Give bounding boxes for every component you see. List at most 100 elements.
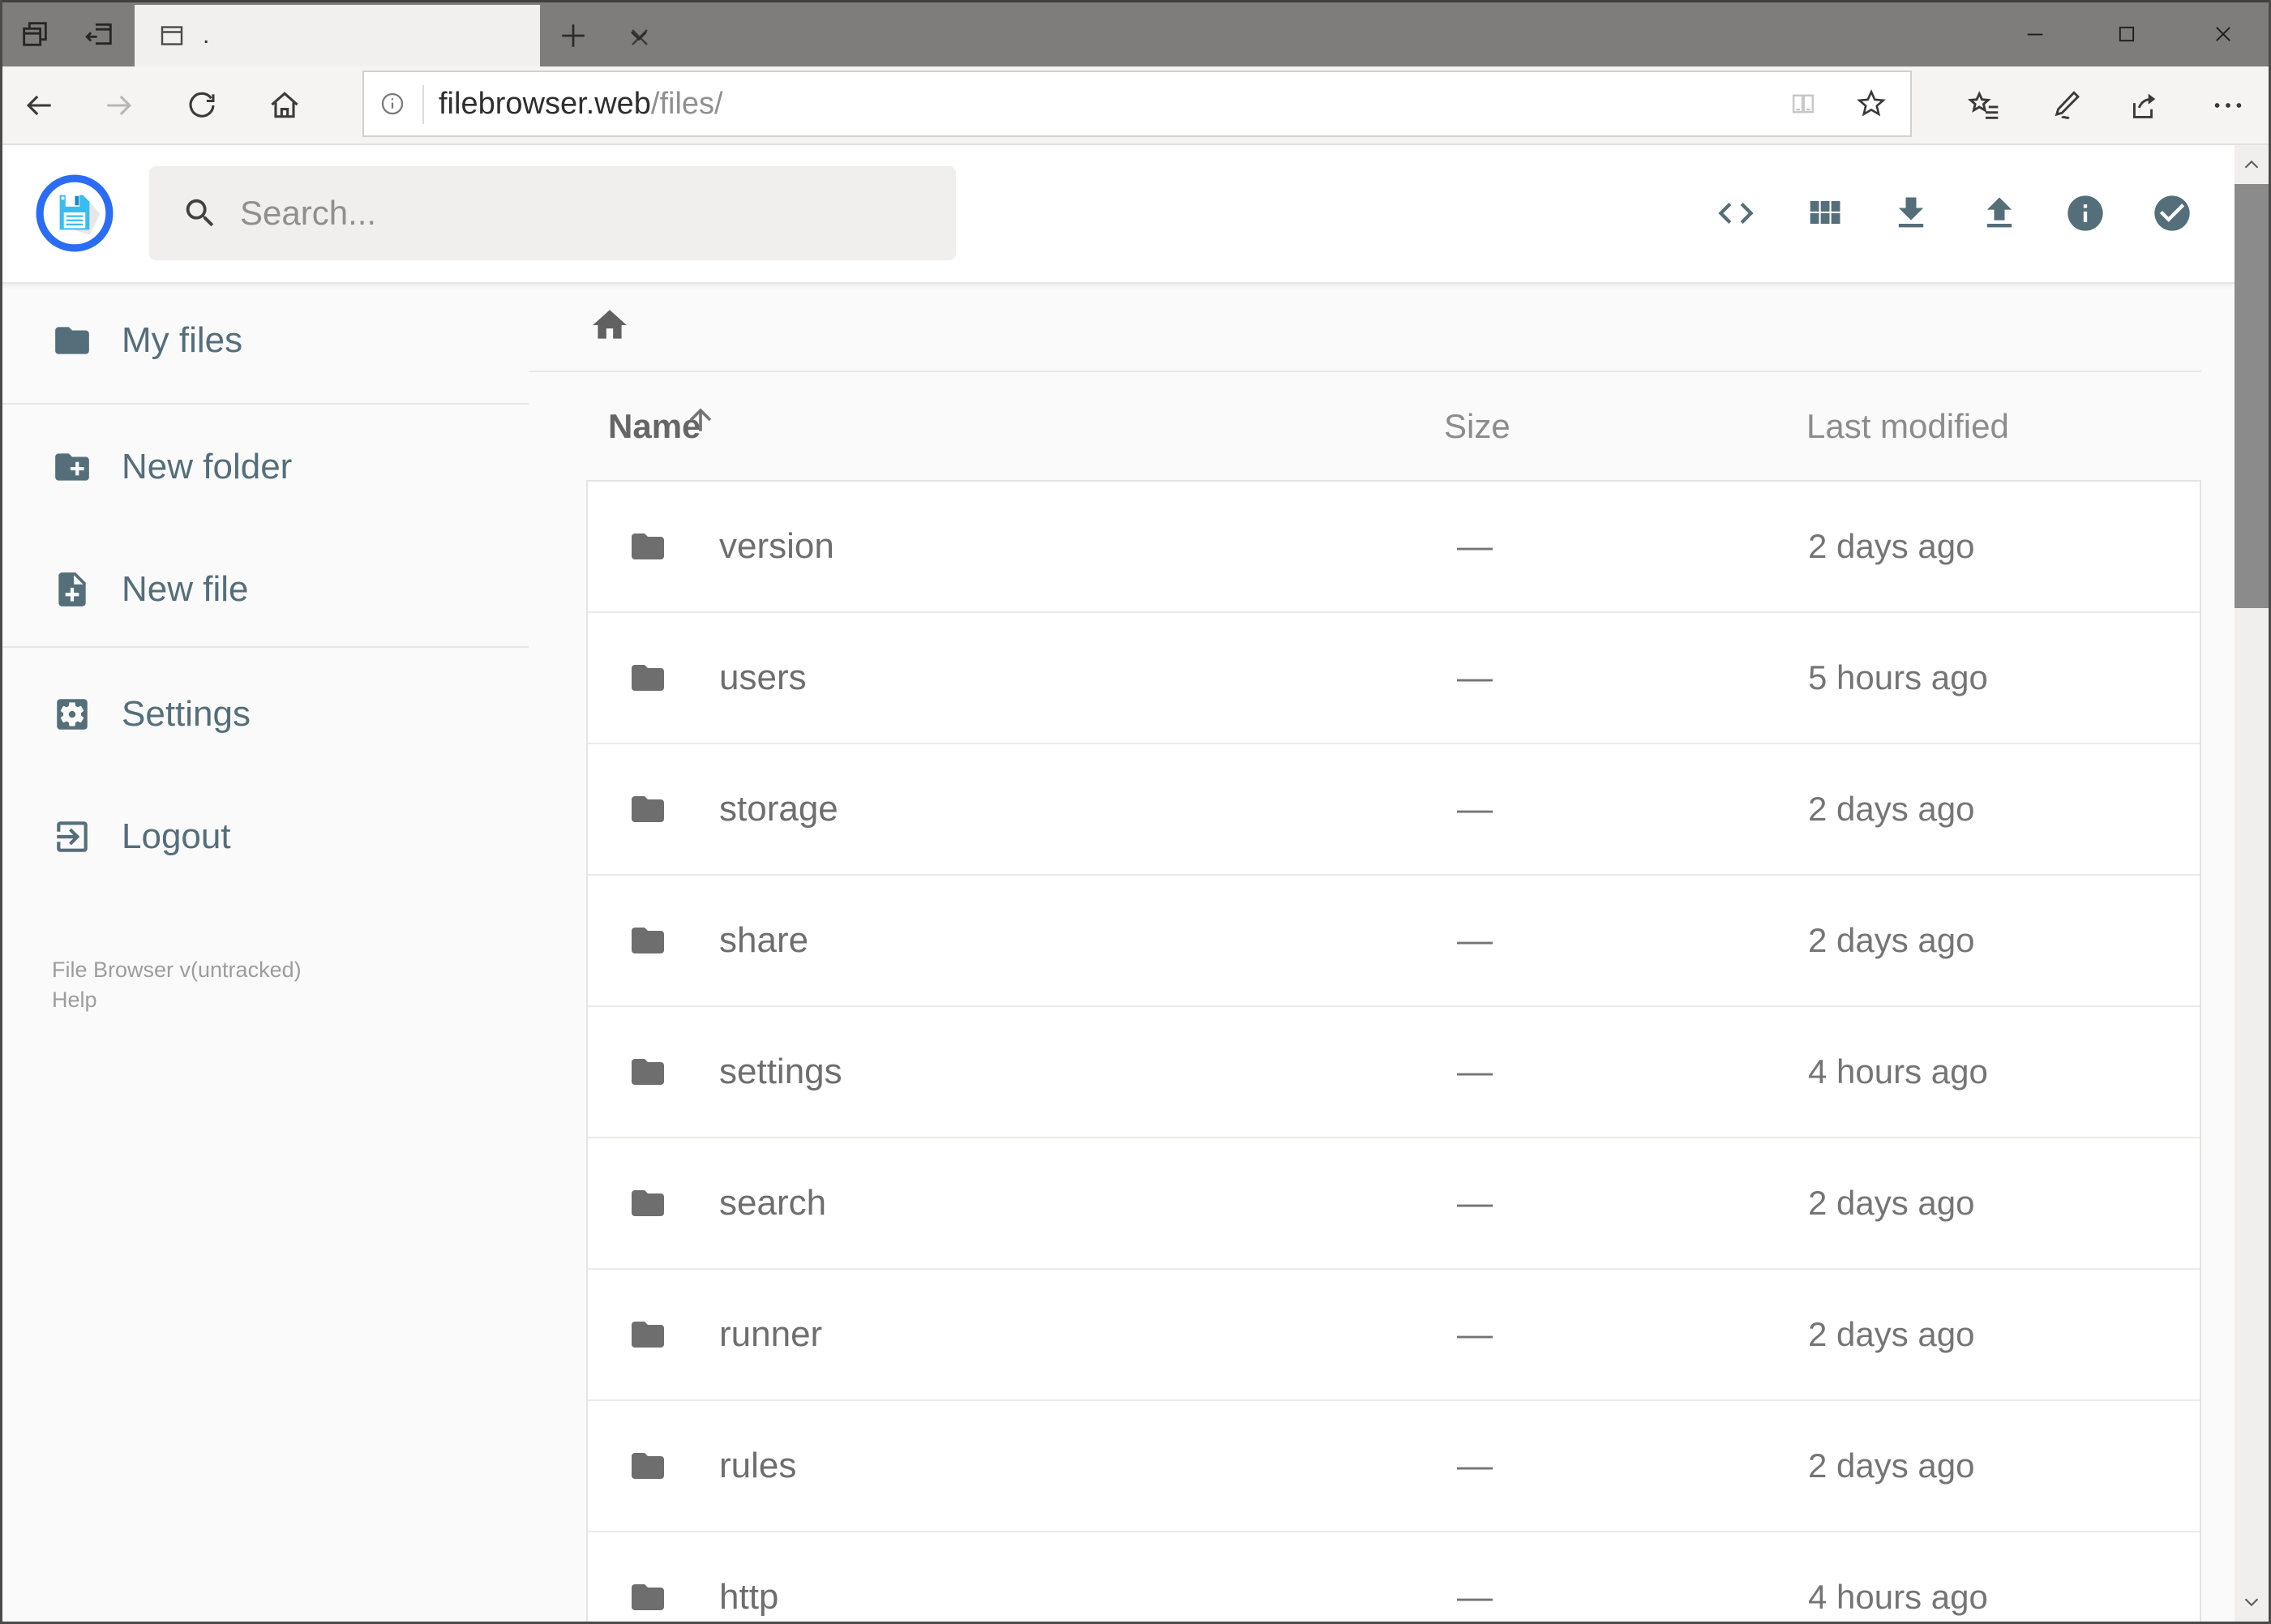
minimize-button[interactable] — [2024, 23, 2046, 45]
sidebar-divider — [0, 646, 529, 648]
tab-title: . — [203, 22, 210, 49]
sidebar-divider — [0, 403, 529, 405]
file-name: http — [719, 1577, 779, 1617]
folder-icon — [632, 665, 664, 691]
scrollbar-thumb[interactable] — [2235, 184, 2269, 608]
url-divider — [422, 85, 424, 124]
file-size: — — [1457, 789, 1493, 829]
forward-icon[interactable] — [101, 88, 137, 123]
scroll-up-button[interactable] — [2235, 145, 2269, 184]
sidebar-item-label: Logout — [122, 816, 231, 856]
window-border-top — [0, 0, 2271, 2]
info-icon[interactable] — [2064, 192, 2106, 234]
sidebar-credits: File Browser v(untracked) Help — [52, 955, 302, 1015]
folder-icon — [632, 533, 664, 559]
upload-icon[interactable] — [1978, 192, 2020, 234]
search-bar[interactable] — [149, 166, 956, 260]
settings-gear-icon — [57, 699, 88, 730]
refresh-icon[interactable] — [184, 88, 220, 123]
share-icon[interactable] — [2124, 87, 2162, 124]
exit-to-app-icon — [57, 821, 88, 852]
breadcrumb-home-icon[interactable] — [589, 305, 630, 345]
sidebar-item-logout[interactable]: Logout — [0, 792, 529, 881]
web-note-pen-icon[interactable] — [2047, 87, 2085, 124]
add-favorite-star-icon[interactable] — [1854, 87, 1888, 121]
file-browser-logo[interactable] — [35, 174, 114, 253]
file-row[interactable]: search — 2 days ago — [588, 1138, 2200, 1270]
file-row[interactable]: runner — 2 days ago — [588, 1270, 2200, 1401]
page-info-icon[interactable] — [379, 90, 406, 118]
main-content: Name Size Last modified version —2 days a… — [529, 284, 2235, 1622]
folder-icon — [632, 1584, 664, 1610]
credits-version: File Browser v(untracked) — [52, 958, 302, 982]
file-size: — — [1457, 1314, 1493, 1354]
sidebar-item-settings[interactable]: Settings — [0, 670, 529, 759]
app-header — [0, 145, 2235, 284]
sidebar-item-label: My files — [122, 320, 243, 360]
close-button[interactable] — [2212, 23, 2235, 45]
folder-icon — [632, 1322, 664, 1348]
back-icon[interactable] — [21, 88, 57, 123]
file-modified: 2 days ago — [1808, 1315, 1975, 1353]
code-shell-icon[interactable] — [1715, 192, 1757, 234]
file-size: — — [1457, 1183, 1493, 1223]
address-bar: filebrowser.web/files/ — [0, 66, 2271, 145]
vertical-scrollbar[interactable] — [2235, 145, 2269, 1622]
file-size: — — [1457, 1052, 1493, 1091]
search-icon — [186, 199, 214, 227]
file-size: — — [1457, 1577, 1493, 1617]
scroll-down-button[interactable] — [2235, 1583, 2269, 1622]
sidebar-item-my-files[interactable]: My files — [0, 296, 529, 385]
file-row[interactable]: settings — 4 hours ago — [588, 1007, 2200, 1138]
chevron-up-icon — [2244, 160, 2259, 169]
sidebar-item-label: Settings — [122, 694, 251, 734]
address-field[interactable]: filebrowser.web/files/ — [362, 71, 1912, 137]
column-header-size[interactable]: Size — [1444, 407, 1510, 446]
set-tabs-aside-icon[interactable] — [84, 18, 116, 50]
tab-list-chevron-icon[interactable] — [624, 21, 653, 50]
file-size: — — [1457, 658, 1493, 697]
file-name: search — [719, 1183, 827, 1223]
hub-favorites-icon[interactable] — [1966, 87, 2003, 124]
search-input[interactable] — [238, 193, 858, 234]
file-modified: 2 days ago — [1808, 527, 1975, 565]
settings-ellipsis-icon[interactable] — [2209, 87, 2247, 124]
file-modified: 2 days ago — [1808, 921, 1975, 959]
select-check-icon[interactable] — [2151, 192, 2193, 234]
file-row[interactable]: version — 2 days ago — [588, 482, 2200, 613]
grid-view-icon[interactable] — [1803, 192, 1845, 234]
chevron-down-icon — [2244, 1598, 2259, 1607]
file-modified: 2 days ago — [1808, 790, 1975, 828]
new-tab-icon[interactable] — [555, 18, 591, 54]
file-row[interactable]: users — 5 hours ago — [588, 613, 2200, 744]
tab-preview-icon[interactable] — [19, 18, 51, 50]
file-row[interactable]: http — 4 hours ago — [588, 1532, 2200, 1622]
file-name: runner — [719, 1314, 823, 1354]
file-size: — — [1457, 526, 1493, 566]
column-header-modified[interactable]: Last modified — [1806, 407, 2009, 446]
file-row[interactable]: share — 2 days ago — [588, 876, 2200, 1007]
file-row[interactable]: rules — 2 days ago — [588, 1401, 2200, 1532]
url-text: filebrowser.web/files/ — [439, 72, 723, 135]
maximize-button[interactable] — [2115, 23, 2138, 45]
sidebar-item-new-folder[interactable]: New folder — [0, 422, 529, 512]
file-row[interactable]: storage — 2 days ago — [588, 744, 2200, 876]
window-border-left — [0, 0, 2, 1624]
home-icon[interactable] — [267, 88, 302, 123]
file-modified: 4 hours ago — [1808, 1578, 1988, 1616]
sidebar-item-new-file[interactable]: New file — [0, 545, 529, 634]
file-modified: 2 days ago — [1808, 1446, 1975, 1485]
folder-icon — [55, 327, 89, 354]
file-size: — — [1457, 920, 1493, 960]
credits-help-link[interactable]: Help — [52, 985, 302, 1015]
file-size: — — [1457, 1446, 1493, 1485]
file-modified: 5 hours ago — [1808, 658, 1988, 696]
file-name: rules — [719, 1446, 797, 1485]
browser-tab[interactable]: . — [135, 5, 648, 66]
sort-ascending-icon[interactable] — [683, 402, 718, 438]
file-name: storage — [719, 789, 838, 829]
download-icon[interactable] — [1890, 192, 1932, 234]
sidebar-item-label: New folder — [122, 447, 293, 486]
reading-view-icon[interactable] — [1788, 88, 1819, 119]
breadcrumb-divider — [529, 371, 2201, 372]
